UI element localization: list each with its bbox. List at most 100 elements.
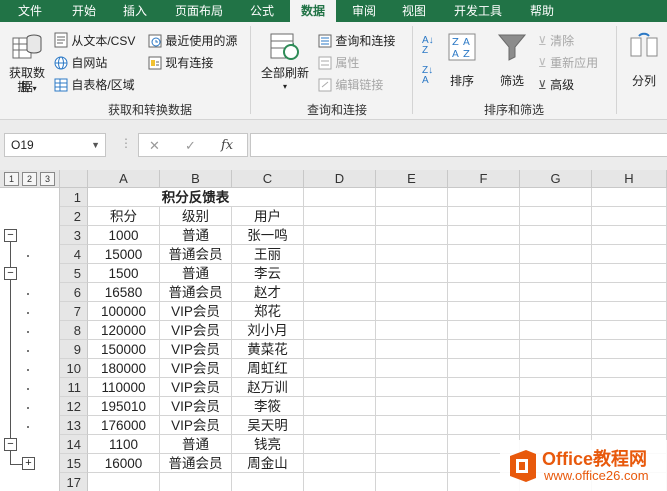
clear-filter-button[interactable]: ⊻ 清除 (538, 32, 574, 49)
cell[interactable]: 张一鸣 (232, 226, 304, 245)
cell[interactable]: 180000 (88, 359, 160, 378)
cell[interactable]: 吴天明 (232, 416, 304, 435)
cell[interactable]: 100000 (88, 302, 160, 321)
cell[interactable] (376, 378, 448, 397)
cell[interactable] (520, 264, 592, 283)
sort-az-icon[interactable]: A↓ Z (422, 36, 434, 56)
cell[interactable]: 李筱 (232, 397, 304, 416)
row-header[interactable]: 4 (60, 245, 88, 264)
cell[interactable] (448, 378, 520, 397)
cell[interactable] (376, 302, 448, 321)
column-header-f[interactable]: F (448, 170, 520, 188)
row-header[interactable]: 7 (60, 302, 88, 321)
cell[interactable] (520, 378, 592, 397)
cell[interactable] (304, 416, 376, 435)
sort-za-icon[interactable]: Z↓ A (422, 66, 433, 86)
cell[interactable] (376, 473, 448, 491)
chevron-down-icon[interactable]: ▼ (91, 134, 100, 156)
outline-level-1-button[interactable]: 1 (4, 172, 19, 186)
cell[interactable] (592, 188, 667, 207)
cell[interactable] (448, 340, 520, 359)
cell[interactable] (448, 302, 520, 321)
row-header[interactable]: 15 (60, 454, 88, 473)
cell[interactable] (520, 397, 592, 416)
column-header-c[interactable]: C (232, 170, 304, 188)
cell[interactable] (376, 226, 448, 245)
cell[interactable] (448, 207, 520, 226)
cancel-icon[interactable]: ✕ (149, 138, 160, 154)
cell[interactable] (592, 397, 667, 416)
cell[interactable] (376, 435, 448, 454)
cell[interactable] (592, 207, 667, 226)
tab-file[interactable]: 文件 (8, 0, 52, 22)
outline-level-3-button[interactable]: 3 (40, 172, 55, 186)
from-web-button[interactable]: 自网站 (54, 54, 107, 71)
queries-connections-button[interactable]: 查询和连接 (318, 32, 395, 49)
get-data-button[interactable]: 获取数据 据 ▾ (4, 28, 50, 98)
cell[interactable] (376, 359, 448, 378)
collapse-group-button[interactable]: − (4, 266, 17, 280)
row-header[interactable]: 8 (60, 321, 88, 340)
row-header[interactable]: 1 (60, 188, 88, 207)
row-header[interactable]: 11 (60, 378, 88, 397)
cell[interactable] (448, 264, 520, 283)
cell[interactable] (376, 454, 448, 473)
cell[interactable] (592, 416, 667, 435)
from-text-csv-button[interactable]: 从文本/CSV (54, 32, 135, 49)
collapse-group-button[interactable]: − (4, 228, 17, 242)
cell[interactable]: 周金山 (232, 454, 304, 473)
cell[interactable] (448, 416, 520, 435)
column-header-g[interactable]: G (520, 170, 592, 188)
cell[interactable]: 195010 (88, 397, 160, 416)
cell[interactable] (448, 397, 520, 416)
cell[interactable]: 1100 (88, 435, 160, 454)
cell[interactable] (304, 359, 376, 378)
cell[interactable] (376, 264, 448, 283)
name-box[interactable]: O19 ▼ (4, 133, 106, 157)
cell[interactable] (304, 435, 376, 454)
cell[interactable]: 110000 (88, 378, 160, 397)
cell[interactable] (376, 207, 448, 226)
cell[interactable] (304, 245, 376, 264)
cell[interactable] (592, 378, 667, 397)
tab-review[interactable]: 审阅 (342, 0, 386, 22)
outline-level-2-button[interactable]: 2 (22, 172, 37, 186)
cell[interactable] (304, 378, 376, 397)
cell[interactable] (592, 321, 667, 340)
formula-input[interactable] (250, 133, 667, 157)
row-header[interactable]: 14 (60, 435, 88, 454)
cell[interactable]: 15000 (88, 245, 160, 264)
cell[interactable]: 普通会员 (160, 245, 232, 264)
tab-page-layout[interactable]: 页面布局 (164, 0, 234, 22)
cell[interactable] (592, 283, 667, 302)
cell[interactable] (376, 283, 448, 302)
cell[interactable] (304, 473, 376, 491)
cell[interactable]: 16000 (88, 454, 160, 473)
row-header[interactable]: 9 (60, 340, 88, 359)
cell[interactable] (592, 226, 667, 245)
tab-formulas[interactable]: 公式 (240, 0, 284, 22)
cell[interactable] (376, 416, 448, 435)
tab-home[interactable]: 开始 (60, 0, 108, 22)
cell[interactable] (520, 226, 592, 245)
cell[interactable]: VIP会员 (160, 416, 232, 435)
collapse-group-button[interactable]: − (4, 437, 17, 451)
cell[interactable]: 级别 (160, 207, 232, 226)
cell[interactable] (520, 207, 592, 226)
cell[interactable] (448, 359, 520, 378)
row-header[interactable]: 3 (60, 226, 88, 245)
cell[interactable]: VIP会员 (160, 321, 232, 340)
cell[interactable]: 1000 (88, 226, 160, 245)
cell[interactable]: 积分 (88, 207, 160, 226)
cell[interactable]: VIP会员 (160, 302, 232, 321)
row-header[interactable]: 5 (60, 264, 88, 283)
expand-group-button[interactable]: + (22, 456, 35, 470)
properties-button[interactable]: 属性 (318, 54, 359, 71)
sheet-title-cell[interactable]: 积分反馈表 (88, 188, 304, 207)
cell[interactable] (520, 302, 592, 321)
cell[interactable]: VIP会员 (160, 397, 232, 416)
cell[interactable] (520, 416, 592, 435)
cell[interactable]: 150000 (88, 340, 160, 359)
cell[interactable]: 王丽 (232, 245, 304, 264)
cell[interactable]: 普通会员 (160, 283, 232, 302)
